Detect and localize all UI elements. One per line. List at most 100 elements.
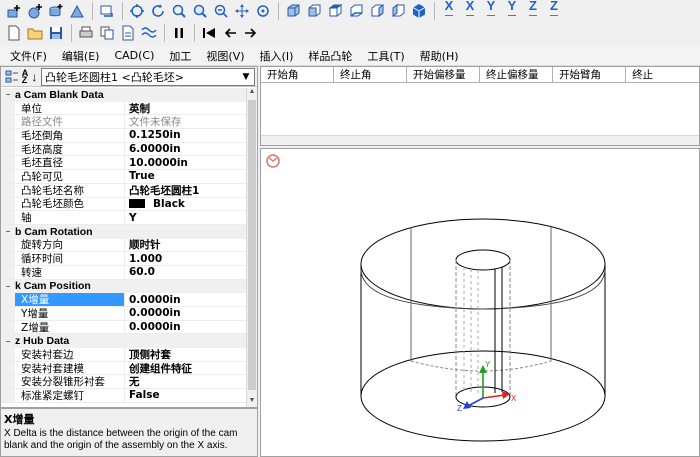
table-header: 开始角 终止角 开始偏移量 终止偏移量 开始臂角 终止 [261, 67, 699, 83]
column-header[interactable]: 终止 [626, 67, 699, 82]
collapse-toggle-icon[interactable]: − [1, 282, 15, 291]
view-top-icon[interactable] [325, 1, 345, 21]
property-value[interactable]: 无 [125, 374, 247, 389]
axis-y-neg-button[interactable]: Y — [502, 0, 522, 21]
add-profile-icon[interactable] [67, 1, 87, 21]
copy-icon[interactable] [97, 23, 117, 43]
axis-x-neg-button[interactable]: X — [460, 0, 480, 21]
column-header[interactable]: 开始臂角 [553, 67, 627, 82]
categorized-sort-icon[interactable] [5, 70, 19, 84]
property-name: 凸轮毛坯名称 [15, 183, 125, 197]
table-scrollbar[interactable] [261, 135, 699, 145]
menu-bar: 文件(F) 编辑(E) CAD(C) 加工 视图(V) 插入(I) 样品凸轮 工… [0, 46, 700, 66]
axis-z-neg-button[interactable]: Z — [544, 0, 564, 21]
property-value[interactable]: 0.0000in [125, 307, 247, 319]
view-bottom-icon[interactable] [346, 1, 366, 21]
first-frame-icon[interactable] [199, 23, 219, 43]
property-value[interactable]: 顺时针 [125, 237, 247, 252]
menu-cad[interactable]: CAD(C) [114, 49, 154, 62]
menu-file[interactable]: 文件(F) [10, 48, 47, 64]
axis-x-pos-button[interactable]: X — [439, 0, 459, 21]
property-value[interactable]: True [125, 170, 247, 182]
export-pdf-icon[interactable] [118, 23, 138, 43]
view-back-icon[interactable] [304, 1, 324, 21]
new-file-icon[interactable] [4, 23, 24, 43]
view-right-icon[interactable] [388, 1, 408, 21]
menu-sample-cam[interactable]: 样品凸轮 [308, 48, 352, 64]
add-cylinder-icon[interactable] [46, 1, 66, 21]
menu-machining[interactable]: 加工 [169, 48, 191, 64]
chevron-down-icon[interactable]: ▼ [238, 69, 254, 85]
property-name: 安装衬套建模 [15, 361, 125, 375]
property-row[interactable]: 标准紧定螺钉 False [1, 389, 247, 403]
property-value[interactable]: 0.0000in [125, 294, 247, 306]
scroll-down-icon[interactable]: ▼ [247, 397, 257, 407]
menu-help[interactable]: 帮助(H) [420, 48, 459, 64]
sort-arrow-icon[interactable]: ↓ [31, 70, 37, 84]
property-row[interactable]: 凸轮毛坯颜色 Black [1, 197, 247, 212]
property-panel: AZ ↓ 凸轮毛坯圆柱1 <凸轮毛坯> ▼ − a Cam Blank Data … [0, 66, 258, 408]
property-scrollbar[interactable]: ▲ ▼ [246, 88, 257, 407]
property-row[interactable]: 轴Y [1, 211, 247, 225]
zoom-fit-icon[interactable] [127, 1, 147, 21]
column-header[interactable]: 终止偏移量 [480, 67, 554, 82]
property-row[interactable]: Z增量 0.0000in [1, 320, 247, 335]
zoom-in-icon[interactable] [169, 1, 189, 21]
save-icon[interactable] [46, 23, 66, 43]
scroll-up-icon[interactable]: ▲ [247, 88, 257, 98]
menu-edit[interactable]: 编辑(E) [62, 48, 100, 64]
export-icon[interactable] [97, 1, 117, 21]
property-panel-header: AZ ↓ 凸轮毛坯圆柱1 <凸轮毛坯> ▼ [1, 67, 257, 87]
object-selector[interactable]: 凸轮毛坯圆柱1 <凸轮毛坯> ▼ [41, 67, 255, 86]
property-value[interactable]: False [125, 389, 247, 401]
view-front-icon[interactable] [283, 1, 303, 21]
menu-view[interactable]: 视图(V) [206, 48, 244, 64]
add-cam-icon[interactable] [25, 1, 45, 21]
property-name: 凸轮毛坯颜色 [15, 197, 125, 210]
property-value[interactable]: 0.1250in [125, 129, 247, 141]
property-name: 循环时间 [15, 252, 125, 265]
step-back-icon[interactable] [220, 23, 240, 43]
alphabetical-sort-icon[interactable]: AZ [22, 68, 29, 84]
open-folder-icon[interactable] [25, 23, 45, 43]
print-icon[interactable] [76, 23, 96, 43]
property-value[interactable]: 凸轮毛坯圆柱1 [125, 183, 247, 198]
3d-viewport[interactable]: Y X Z [260, 148, 700, 457]
axis-z-pos-button[interactable]: Z — [523, 0, 543, 21]
spin-icon[interactable] [253, 1, 273, 21]
step-forward-icon[interactable] [241, 23, 261, 43]
zoom-window-icon[interactable] [190, 1, 210, 21]
collapse-toggle-icon[interactable]: − [1, 90, 15, 99]
view-left-icon[interactable] [367, 1, 387, 21]
axis-y-pos-button[interactable]: Y — [481, 0, 501, 21]
column-header[interactable]: 开始偏移量 [407, 67, 481, 82]
pause-icon[interactable] [169, 23, 189, 43]
property-value[interactable]: 1.000 [125, 253, 247, 265]
property-value[interactable]: 60.0 [125, 266, 247, 278]
column-header[interactable]: 开始角 [261, 67, 335, 82]
property-name: 毛坯高度 [15, 142, 125, 156]
collapse-toggle-icon[interactable]: − [1, 337, 15, 346]
scrollbar-thumb[interactable] [248, 100, 256, 390]
rotate-icon[interactable] [148, 1, 168, 21]
zoom-out-icon[interactable] [211, 1, 231, 21]
view-iso-icon[interactable] [409, 1, 429, 21]
property-value[interactable]: Black [125, 198, 247, 210]
add-feature-icon[interactable] [4, 1, 24, 21]
property-name: Z增量 [15, 320, 125, 334]
cam-model-drawing: Y X Z [360, 218, 606, 442]
property-name: 安装衬套边 [15, 348, 125, 361]
wave-icon[interactable] [139, 23, 159, 43]
property-value[interactable]: 0.0000in [125, 321, 247, 333]
property-value[interactable]: 6.0000in [125, 143, 247, 155]
property-row[interactable]: 转速 60.0 [1, 265, 247, 280]
segment-table: 开始角 终止角 开始偏移量 终止偏移量 开始臂角 终止 [260, 66, 700, 146]
property-name: 单位 [15, 101, 125, 115]
column-header[interactable]: 终止角 [334, 67, 408, 82]
collapse-toggle-icon[interactable]: − [1, 227, 15, 236]
property-value[interactable]: Y [125, 212, 247, 224]
menu-tools[interactable]: 工具(T) [367, 48, 404, 64]
menu-insert[interactable]: 插入(I) [260, 48, 294, 64]
property-value[interactable]: 10.0000in [125, 157, 247, 169]
pan-icon[interactable] [232, 1, 252, 21]
